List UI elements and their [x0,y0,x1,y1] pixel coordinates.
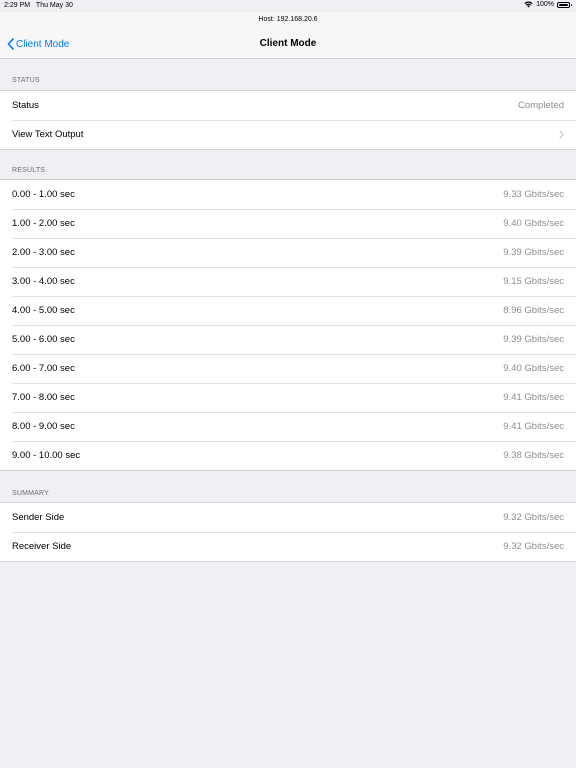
view-text-output-row[interactable]: View Text Output [0,120,576,149]
row-label: 0.00 - 1.00 sec [12,189,75,200]
row-label: 7.00 - 8.00 sec [12,392,75,403]
summary-group: Sender Side 9.32 Gbits/sec Receiver Side 9… [0,502,576,562]
list-item: 0.00 - 1.00 sec 9.33 Gbits/sec [0,180,576,209]
row-value: 9.40 Gbits/sec [503,363,564,374]
page-title: Client Mode [259,38,317,49]
list-item: 4.00 - 5.00 sec 8.96 Gbits/sec [0,296,576,325]
section-header-results: RESULTS [12,167,46,174]
status-bar-time: 2:29 PM Thu May 30 [4,2,73,9]
list-item: 3.00 - 4.00 sec 9.15 Gbits/sec [0,267,576,296]
list-item: 7.00 - 8.00 sec 9.41 Gbits/sec [0,383,576,412]
row-label: 5.00 - 6.00 sec [12,334,75,345]
row-label: 3.00 - 4.00 sec [12,276,75,287]
battery-icon [557,1,572,8]
row-label: Sender Side [12,512,65,523]
list-item: 8.00 - 9.00 sec 9.41 Gbits/sec [0,412,576,441]
status-row: Status Completed [0,91,576,120]
row-value: 9.39 Gbits/sec [503,334,564,345]
row-value: 9.40 Gbits/sec [503,218,564,229]
row-value: 9.32 Gbits/sec [503,541,564,552]
receiver-side-row: Receiver Side 9.32 Gbits/sec [0,532,576,561]
date-text: Thu May 30 [35,2,73,9]
battery-percent: 100% [536,1,554,8]
status-group: Status Completed View Text Output [0,90,576,150]
row-value: 9.41 Gbits/sec [503,392,564,403]
section-header-status: STATUS [12,77,40,84]
row-value: 9.38 Gbits/sec [503,450,564,461]
list-item: 1.00 - 2.00 sec 9.40 Gbits/sec [0,209,576,238]
list-item: 6.00 - 7.00 sec 9.40 Gbits/sec [0,354,576,383]
row-label: Status [12,100,39,111]
list-item: 9.00 - 10.00 sec 9.38 Gbits/sec [0,441,576,470]
row-value: 9.41 Gbits/sec [503,421,564,432]
row-label: 1.00 - 2.00 sec [12,218,75,229]
row-label: 8.00 - 9.00 sec [12,421,75,432]
row-value: 9.39 Gbits/sec [503,247,564,258]
row-value: 8.96 Gbits/sec [503,305,564,316]
results-group: 0.00 - 1.00 sec 9.33 Gbits/sec 1.00 - 2.0… [0,179,576,471]
status-bar-right: 100% [524,1,572,8]
chevron-left-icon [7,38,14,50]
list-item: 5.00 - 6.00 sec 9.39 Gbits/sec [0,325,576,354]
row-label: 4.00 - 5.00 sec [12,305,75,316]
status-bar: 2:29 PM Thu May 30 100% [0,0,576,12]
row-label: View Text Output [12,129,84,140]
sender-side-row: Sender Side 9.32 Gbits/sec [0,503,576,532]
nav-prompt: Host: 192.168.20.6 [258,16,318,23]
row-label: 2.00 - 3.00 sec [12,247,75,258]
section-header-summary: SUMMARY [12,490,50,497]
chevron-right-icon [559,130,564,139]
time-text: 2:29 PM [4,2,31,9]
navigation-bar: Host: 192.168.20.6 Client Mode Client Mo… [0,12,576,59]
wifi-icon [524,1,533,8]
row-label: 6.00 - 7.00 sec [12,363,75,374]
row-value: Completed [518,100,564,111]
row-label: 9.00 - 10.00 sec [12,450,81,461]
row-value: 9.33 Gbits/sec [503,189,564,200]
back-button-label: Client Mode [16,38,70,50]
row-label: Receiver Side [12,541,72,552]
back-button[interactable]: Client Mode [7,38,69,50]
row-value: 9.15 Gbits/sec [503,276,564,287]
list-item: 2.00 - 3.00 sec 9.39 Gbits/sec [0,238,576,267]
row-value: 9.32 Gbits/sec [503,512,564,523]
